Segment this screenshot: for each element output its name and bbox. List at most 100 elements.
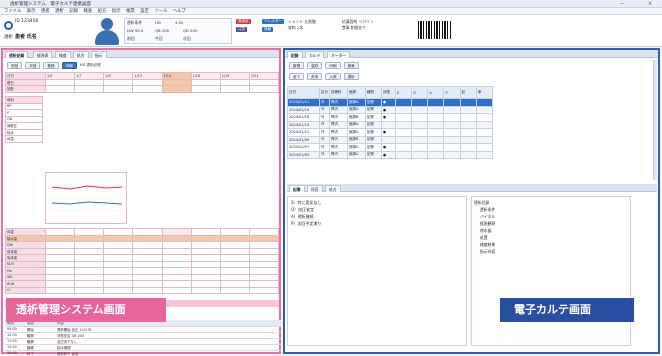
col-header[interactable]: 日付 (287, 86, 320, 99)
tree-node[interactable]: 透析条件 (474, 206, 628, 213)
table-row[interactable]: 2024/01/19 外腎内 医師A 記録 ● (287, 105, 494, 114)
event-log-table: 時刻 項目 内容 09:00 開始 透析開始 血圧 142/78 10:00 観察 状態… (5, 320, 281, 356)
register-button[interactable]: 登録 (43, 61, 59, 69)
tab-note[interactable]: 記事 (289, 185, 305, 192)
emr-caption: 電子カルテ画面 (500, 298, 634, 322)
menu-item[interactable]: ファイル (4, 8, 21, 15)
table-row[interactable]: 2024/01/21 外腎内 医師A 記録 ● (287, 98, 494, 107)
cell: 腎内 (329, 105, 348, 114)
menu-item[interactable]: 設定 (140, 8, 149, 15)
table-row[interactable]: 2024/01/12 外腎内 医師A 記録 ● (287, 128, 494, 137)
table-row[interactable]: 2024/01/16 外腎内 医師B 記録 ● (287, 113, 494, 122)
next-button[interactable]: 次回 (25, 61, 41, 69)
menu-item[interactable]: 表示 (27, 8, 36, 15)
tab-order[interactable]: 指示 (91, 51, 107, 58)
tree-node[interactable]: 指示内容 (474, 248, 628, 255)
contact-badge[interactable]: 連絡 (262, 27, 274, 32)
col-header[interactable]: 承 (475, 86, 494, 99)
menu-item[interactable]: 指示 (112, 8, 121, 15)
menu-item[interactable]: 帳票 (126, 8, 135, 15)
col-header[interactable]: 診療科 (329, 86, 348, 99)
cell: 外 (319, 150, 330, 159)
cell: 記録 (365, 128, 382, 137)
karte-editor[interactable]: S）特に変化なし O）血圧安定 A）透析継続 P）次回予定通り (287, 196, 467, 346)
col-header[interactable]: 区分 (319, 86, 330, 99)
info-cell: 今回 (155, 36, 163, 41)
tab-orders[interactable]: オーダー (327, 51, 351, 58)
filter-outpatient[interactable]: 外来 (307, 72, 323, 80)
close-button[interactable]: × (648, 1, 652, 7)
editor-tabstrip: 記事 所見 処方 (287, 184, 657, 192)
prev-button[interactable]: 前回 (7, 61, 23, 69)
table-row[interactable]: 2024/01/05 外腎内 医師A 記録 ● (287, 150, 494, 159)
tab-karte[interactable]: カルテ (305, 51, 325, 58)
print-button[interactable]: 印刷 (61, 61, 77, 69)
allergy-badge[interactable]: アレルギー (262, 19, 284, 24)
cell: 医師A (347, 105, 366, 114)
col-header[interactable]: S (394, 86, 413, 99)
col-header[interactable]: 記 (459, 86, 477, 99)
tab-lab[interactable]: 検査 (55, 51, 71, 58)
menu-item[interactable]: ツール (154, 8, 167, 15)
info-cell: DW 55.0 (127, 28, 144, 33)
left-tabstrip: 透析記録 経過表 検査 処方 指示 (3, 50, 279, 58)
results-grid: 体重 除水量 DW 前体重 後体重 Kt/V Hb Alb BUN Cr (5, 228, 280, 294)
cell: 医師A (347, 150, 366, 159)
menu-item[interactable]: 透析 (55, 8, 64, 15)
filter-inpatient[interactable]: 入院 (325, 72, 341, 80)
cell: 記録 (365, 105, 382, 114)
window-title: 透析管理システム 電子カルテ連携画面 (10, 2, 91, 7)
tab-findings[interactable]: 所見 (307, 185, 323, 192)
tree-node[interactable]: バイタル (474, 213, 628, 220)
tree-node[interactable]: 検査結果 (474, 241, 628, 248)
table-row[interactable]: 2024/01/09 外腎内 医師B 記録 (287, 135, 494, 144)
log-row[interactable]: 13:00 終了 透析終了 返血 (5, 350, 281, 356)
caution-badge[interactable]: 注意 (236, 27, 248, 32)
cell: 腎内 (329, 128, 348, 137)
tree-node[interactable]: 除水量 (474, 227, 628, 234)
cell: 腎内 (329, 98, 348, 107)
right-tabstrip: 記録 カルテ オーダー (285, 50, 658, 58)
table-row[interactable]: 2024/01/07 外腎内 医師A 記録 ● (287, 143, 494, 152)
save-button[interactable]: 保存 (307, 61, 323, 69)
tab-dialysis-record[interactable]: 透析記録 (5, 51, 29, 58)
search-button[interactable]: 検索 (343, 61, 359, 69)
schedule-grid: 日付 1/5 1/7 1/9 1/12 1/14 1/16 1/19 1/21 … (5, 72, 280, 93)
tab-record[interactable]: 記録 (287, 51, 303, 58)
col-header[interactable]: A (427, 86, 445, 99)
tab-rx[interactable]: 処方 (73, 51, 89, 58)
col-header[interactable]: 医師 (347, 86, 366, 99)
tab-prescription[interactable]: 処方 (325, 185, 341, 192)
tree-node[interactable]: 経過観察 (474, 220, 628, 227)
info-cell: HD (155, 20, 161, 25)
tab-progress[interactable]: 経過表 (33, 51, 53, 58)
col-header[interactable]: 種別 (365, 86, 382, 99)
patient-type: 透析 (4, 35, 13, 40)
col-header[interactable]: O (411, 86, 429, 99)
menu-item[interactable]: 検査 (84, 8, 93, 15)
editor-line: O）血圧安定 (291, 207, 315, 212)
menu-item[interactable]: 患者 (41, 8, 50, 15)
col-header[interactable]: P (443, 86, 461, 99)
menu-item[interactable]: ヘルプ (173, 8, 186, 15)
tree-node[interactable]: 透析記録 (474, 199, 628, 206)
filter-all[interactable]: 全て (289, 72, 305, 80)
table-row[interactable]: 2024/01/14 外腎内 医師A 記録 (287, 120, 494, 129)
filter-dialysis[interactable]: 透析 (343, 72, 359, 80)
tree-node[interactable]: 処置 (474, 234, 628, 241)
menu-item[interactable]: 処方 (98, 8, 107, 15)
col-header[interactable]: 状態 (381, 86, 396, 99)
cell: 記録 (365, 143, 382, 152)
cell: 医師B (347, 113, 366, 122)
cell: 腎内 (329, 135, 348, 144)
blood-pressure-chart (45, 172, 127, 224)
print-button[interactable]: 印刷 (325, 61, 341, 69)
new-button[interactable]: 新規 (289, 61, 305, 69)
minimize-button[interactable]: − (620, 1, 624, 7)
note-line: 食事 制限あり (342, 25, 366, 30)
menu-item[interactable]: 記録 (69, 8, 78, 15)
list-scrollbar[interactable] (653, 60, 657, 180)
bp-systolic-line (51, 185, 123, 190)
cell: 外 (319, 113, 330, 122)
infection-badge[interactable]: 感染症 (236, 19, 251, 24)
